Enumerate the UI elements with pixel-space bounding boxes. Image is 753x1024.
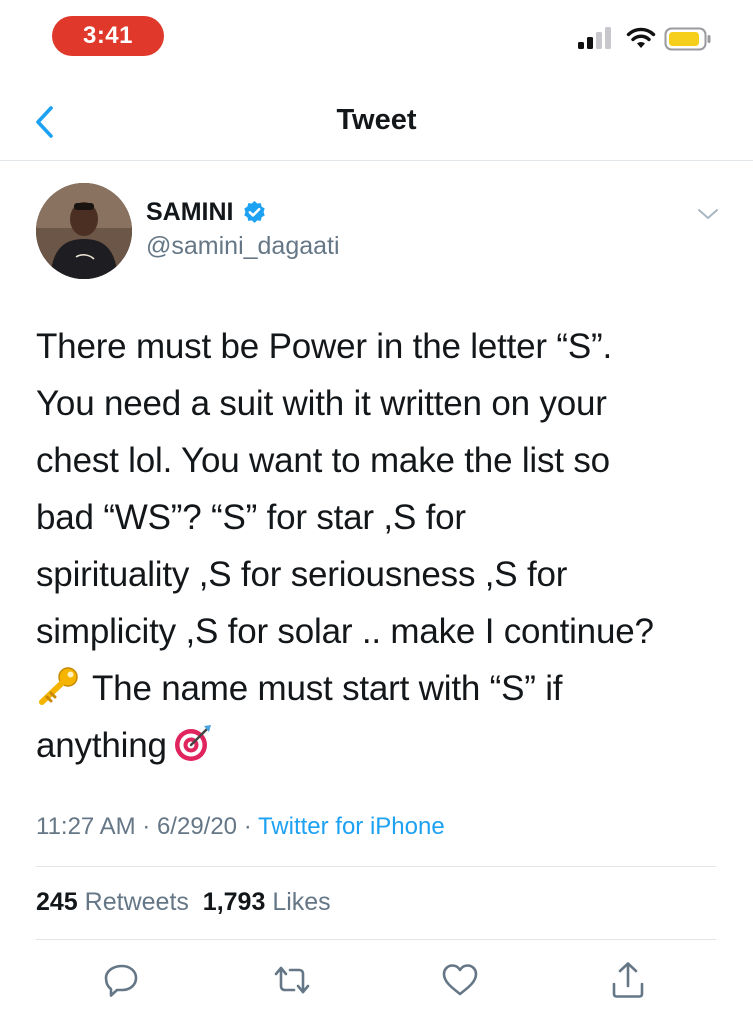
- page-title: Tweet: [336, 104, 417, 136]
- status-time[interactable]: 3:41: [52, 16, 164, 56]
- avatar-image: [36, 183, 132, 279]
- tweet-line-with-emoji: The name must start with “S” if: [36, 660, 726, 717]
- meta-separator: ·: [135, 813, 157, 840]
- retweets-count: 245: [36, 888, 78, 916]
- key-emoji-icon: [39, 667, 78, 705]
- verified-badge-icon: [243, 201, 265, 223]
- tweet-line: spirituality ,S for seriousness ,S for: [36, 555, 568, 594]
- tweet-meta: 11:27 AM · 6/29/20 · Twitter for iPhone: [36, 813, 445, 841]
- status-bar: 3:41: [0, 0, 753, 80]
- author-name-text: SAMINI: [146, 198, 234, 226]
- tweet-line: simplicity ,S for solar .. make I contin…: [36, 612, 654, 651]
- divider: [36, 866, 716, 867]
- tweet-line: bad “WS”? “S” for star ,S for: [36, 498, 466, 537]
- reply-icon[interactable]: [102, 960, 142, 1000]
- author-handle[interactable]: @samini_dagaati: [146, 232, 340, 261]
- tweet-time: 11:27 AM: [36, 813, 136, 840]
- tweet-line-with-emoji: anything: [36, 717, 726, 774]
- divider: [36, 939, 716, 940]
- meta-separator: ·: [237, 813, 258, 840]
- heart-icon[interactable]: [440, 960, 480, 1000]
- tweet-detail-screen: 3:41 Tweet SAMINI @samini_dagaati There …: [0, 0, 753, 1024]
- nav-bar: Tweet: [0, 82, 753, 161]
- direct-hit-emoji-icon: [174, 725, 211, 761]
- tweet-line-text: anything: [36, 726, 167, 765]
- tweet-source-link[interactable]: Twitter for iPhone: [258, 813, 445, 840]
- avatar[interactable]: [36, 183, 132, 279]
- tweet-date: 6/29/20: [156, 813, 238, 840]
- battery-icon: [664, 27, 711, 51]
- action-bar: [0, 960, 753, 1010]
- retweets-label: Retweets: [84, 888, 189, 916]
- share-icon[interactable]: [608, 960, 648, 1000]
- likes-label: Likes: [272, 888, 331, 916]
- tweet-line: There must be Power in the letter “S”.: [36, 327, 612, 366]
- tweet-stats: 245 Retweets 1,793 Likes: [36, 888, 331, 917]
- tweet-line-text: The name must start with “S” if: [92, 669, 563, 708]
- retweets-stat[interactable]: 245 Retweets: [36, 888, 189, 916]
- likes-count: 1,793: [202, 888, 266, 916]
- wifi-icon: [626, 27, 656, 48]
- tweet-text: There must be Power in the letter “S”. Y…: [36, 318, 726, 774]
- chevron-down-icon[interactable]: [694, 200, 722, 228]
- tweet-line: chest lol. You want to make the list so: [36, 441, 610, 480]
- author-name[interactable]: SAMINI: [146, 198, 267, 227]
- likes-stat[interactable]: 1,793 Likes: [203, 888, 331, 916]
- tweet-line: You need a suit with it written on your: [36, 384, 607, 423]
- cellular-signal-icon: [578, 27, 611, 49]
- retweet-icon[interactable]: [272, 960, 312, 1000]
